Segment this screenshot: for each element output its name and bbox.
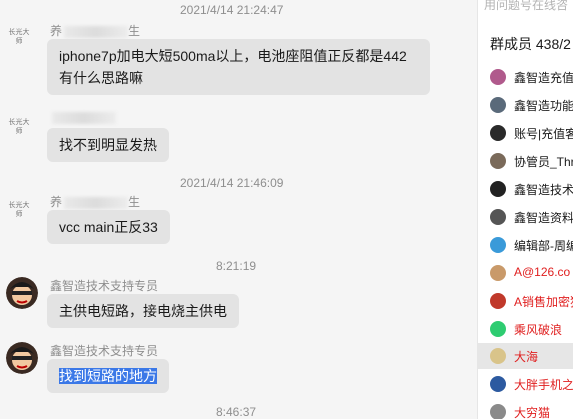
avatar-icon	[490, 376, 506, 392]
sender-avatar[interactable]: 长光大师	[6, 28, 32, 54]
member-name: 乘风破浪	[514, 323, 563, 337]
member-name: 鑫智造技术	[514, 183, 573, 197]
sender-name: 鑫智造技术支持专员	[50, 344, 159, 358]
member-name: 大穷猫	[514, 406, 551, 419]
member-list-item[interactable]: A销售加密狗	[478, 288, 573, 314]
member-list-item[interactable]: 鑫智造功能	[478, 92, 573, 118]
member-name: 编辑部-周编	[514, 239, 573, 253]
member-list-item[interactable]: 鑫智造充值	[478, 64, 573, 90]
member-list-item[interactable]: A@126.co	[478, 260, 573, 286]
member-name: 鑫智造功能	[514, 99, 573, 113]
member-count-label: 群成员 438/2	[490, 36, 571, 52]
avatar-icon	[490, 348, 506, 364]
sender-avatar[interactable]: 长光大师	[6, 201, 32, 227]
avatar-icon	[490, 293, 506, 309]
avatar-icon	[490, 404, 506, 419]
member-list-item[interactable]: 协管员_Thr	[478, 148, 573, 174]
member-name: 鑫智造充值	[514, 71, 573, 85]
avatar-icon	[490, 153, 506, 169]
sender-avatar[interactable]	[6, 277, 38, 309]
member-name: 鑫智造资料	[514, 211, 573, 225]
sender-name-prefix: 养	[50, 195, 63, 209]
member-name: 协管员_Thr	[514, 155, 573, 169]
message-bubble[interactable]: 找不到明显发热	[47, 128, 169, 162]
avatar-icon	[490, 237, 506, 253]
member-list-item[interactable]: 鑫智造资料	[478, 204, 573, 230]
sender-avatar[interactable]: 长光大师	[6, 118, 32, 144]
avatar-icon	[490, 97, 506, 113]
message-timestamp: 2021/4/14 21:46:09	[180, 176, 284, 190]
member-name: 大海	[514, 350, 539, 364]
sender-name: 养生	[50, 22, 140, 39]
message-timestamp: 8:21:19	[216, 259, 257, 273]
selected-text[interactable]: 找到短路的地方	[59, 368, 157, 384]
member-list-item[interactable]: 账号|充值客	[478, 120, 573, 146]
sender-name: 鑫智造技术支持专员	[50, 279, 159, 293]
avatar-icon	[490, 265, 506, 281]
message-bubble[interactable]: 找到短路的地方	[47, 359, 169, 393]
sender-name	[50, 110, 116, 124]
sender-name-suffix: 生	[128, 195, 141, 209]
member-list-item[interactable]: 大胖手机之	[478, 371, 573, 397]
message-bubble[interactable]: vcc main正反33	[47, 210, 170, 244]
cartoon-face-icon	[6, 342, 38, 374]
member-list-item-selected[interactable]: 大海	[478, 343, 573, 369]
avatar-icon	[490, 125, 506, 141]
sender-name-prefix: 养	[50, 24, 63, 38]
avatar-icon	[490, 321, 506, 337]
avatar-icon	[490, 181, 506, 197]
member-list-item[interactable]: 乘风破浪	[478, 316, 573, 342]
group-member-panel: 用问题号在线咨 群成员 438/2 鑫智造充值 鑫智造功能 账号|充值客 协管员…	[477, 0, 573, 419]
blurred-name-mask	[64, 25, 129, 38]
chat-message-area[interactable]: 2021/4/14 21:24:47 长光大师 养生 iphone7p加电大短5…	[0, 0, 477, 419]
member-name: A@126.co	[514, 265, 571, 279]
member-name: A销售加密狗	[514, 295, 573, 309]
message-timestamp: 2021/4/14 21:24:47	[180, 3, 284, 17]
sender-name: 养生	[50, 193, 140, 210]
message-bubble[interactable]: 主供电短路，接电烧主供电	[47, 294, 239, 328]
member-list-item[interactable]: 大穷猫	[478, 399, 573, 419]
sender-name-suffix: 生	[128, 24, 141, 38]
blurred-name-mask	[64, 196, 129, 209]
member-search-input[interactable]: 用问题号在线咨	[484, 0, 568, 13]
cartoon-face-icon	[6, 277, 38, 309]
member-name: 大胖手机之	[514, 378, 573, 392]
blurred-name-mask	[52, 111, 116, 124]
message-timestamp: 8:46:37	[216, 405, 257, 419]
member-name: 账号|充值客	[514, 127, 573, 141]
member-list-item[interactable]: 编辑部-周编	[478, 232, 573, 258]
message-bubble[interactable]: iphone7p加电大短500ma以上，电池座阻值正反都是442有什么思路嘛	[47, 39, 430, 95]
avatar-icon	[490, 69, 506, 85]
sender-avatar[interactable]	[6, 342, 38, 374]
avatar-icon	[490, 209, 506, 225]
member-list-item[interactable]: 鑫智造技术	[478, 176, 573, 202]
